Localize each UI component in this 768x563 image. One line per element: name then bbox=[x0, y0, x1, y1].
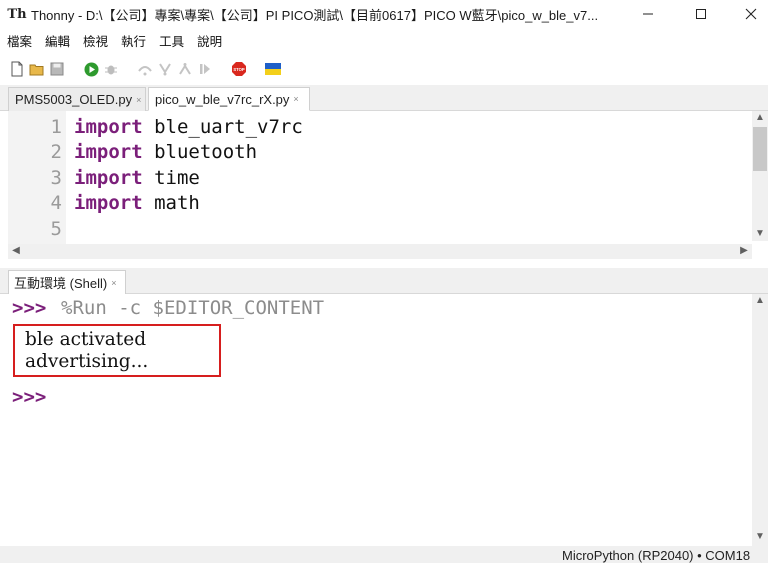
line-number: 3 bbox=[50, 167, 62, 189]
tab-close-icon[interactable]: × bbox=[111, 278, 116, 288]
shell-console[interactable]: >>> %Run -c $EDITOR_CONTENT ble activate… bbox=[8, 294, 752, 546]
line-number: 1 bbox=[50, 116, 62, 138]
open-folder-icon[interactable] bbox=[29, 61, 45, 77]
toolbar: STOP bbox=[0, 55, 768, 83]
menu-view[interactable]: 檢視 bbox=[83, 31, 108, 50]
run-icon[interactable] bbox=[83, 61, 99, 77]
scroll-left-icon[interactable]: ◀ bbox=[8, 244, 24, 258]
maximize-icon bbox=[696, 9, 706, 19]
editor-horizontal-scrollbar[interactable] bbox=[8, 244, 752, 259]
thonny-logo-icon: Th bbox=[7, 6, 27, 22]
tab-label: 互動環境 (Shell) bbox=[14, 276, 108, 291]
menu-run[interactable]: 執行 bbox=[121, 31, 146, 50]
line-number: 2 bbox=[50, 141, 62, 163]
code-line: import ble_uart_v7rc bbox=[74, 116, 303, 138]
highlight-box bbox=[13, 324, 221, 377]
tab-pms5003-oled[interactable]: PMS5003_OLED.py × bbox=[8, 87, 146, 111]
debug-icon[interactable] bbox=[103, 61, 119, 77]
new-file-icon[interactable] bbox=[9, 61, 25, 77]
close-window-button[interactable] bbox=[728, 0, 768, 28]
code-line: import math bbox=[74, 192, 200, 214]
line-number: 5 bbox=[50, 218, 62, 240]
code-keyword: import bbox=[74, 167, 143, 189]
minimize-button[interactable] bbox=[625, 0, 671, 28]
line-number: 4 bbox=[50, 192, 62, 214]
maximize-button[interactable] bbox=[678, 0, 724, 28]
shell-prompt: >>> bbox=[12, 297, 47, 319]
ukraine-flag-icon[interactable] bbox=[265, 61, 281, 77]
menu-bar: 檔案 編輯 檢視 執行 工具 說明 bbox=[0, 28, 768, 52]
editor-scroll-thumb[interactable] bbox=[753, 127, 767, 171]
tab-close-icon[interactable]: × bbox=[293, 94, 298, 104]
scroll-down-icon[interactable]: ▼ bbox=[752, 227, 768, 241]
step-out-icon[interactable] bbox=[177, 61, 193, 77]
code-keyword: import bbox=[74, 192, 143, 214]
save-icon[interactable] bbox=[49, 61, 65, 77]
close-icon bbox=[745, 8, 757, 20]
code-line: import time bbox=[74, 167, 200, 189]
menu-help[interactable]: 說明 bbox=[197, 31, 222, 50]
shell-command: %Run -c $EDITOR_CONTENT bbox=[61, 297, 325, 319]
tab-label: PMS5003_OLED.py bbox=[15, 92, 133, 107]
shell-prompt: >>> bbox=[12, 386, 47, 408]
code-text: bluetooth bbox=[142, 141, 258, 163]
code-text: ble_uart_v7rc bbox=[142, 116, 303, 138]
code-editor[interactable]: 1 2 3 4 5 import ble_uart_v7rc import bl… bbox=[8, 111, 768, 244]
scroll-up-icon[interactable]: ▲ bbox=[752, 294, 768, 308]
shell-vertical-scrollbar[interactable] bbox=[752, 294, 768, 546]
tab-label: pico_w_ble_v7rc_rX.py bbox=[155, 91, 290, 107]
code-text: time bbox=[142, 167, 200, 189]
menu-file[interactable]: 檔案 bbox=[7, 31, 32, 50]
line-number-gutter: 1 2 3 4 5 bbox=[8, 111, 66, 244]
code-keyword: import bbox=[74, 116, 143, 138]
scroll-down-icon[interactable]: ▼ bbox=[752, 530, 768, 544]
scroll-up-icon[interactable]: ▲ bbox=[752, 111, 768, 125]
tab-shell[interactable]: 互動環境 (Shell) × bbox=[8, 270, 126, 295]
scroll-right-icon[interactable]: ▶ bbox=[736, 244, 752, 258]
window-title: Thonny - D:\【公司】專案\專案\【公司】PI PICO測試\【目前0… bbox=[31, 7, 599, 23]
minimize-icon bbox=[643, 13, 653, 15]
resume-icon[interactable] bbox=[197, 61, 213, 77]
step-over-icon[interactable] bbox=[137, 61, 153, 77]
status-bar: MicroPython (RP2040) • COM18 bbox=[0, 546, 768, 563]
svg-text:STOP: STOP bbox=[233, 67, 245, 72]
tab-close-icon[interactable]: × bbox=[136, 95, 141, 105]
editor-tab-bar: PMS5003_OLED.py × pico_w_ble_v7rc_rX.py … bbox=[0, 85, 768, 111]
stop-icon[interactable]: STOP bbox=[231, 61, 247, 77]
interpreter-status[interactable]: MicroPython (RP2040) • COM18 bbox=[562, 548, 750, 563]
step-into-icon[interactable] bbox=[157, 61, 173, 77]
code-text: math bbox=[142, 192, 200, 214]
code-keyword: import bbox=[74, 141, 143, 163]
tab-pico-w-ble[interactable]: pico_w_ble_v7rc_rX.py × bbox=[148, 87, 310, 111]
menu-tools[interactable]: 工具 bbox=[159, 31, 184, 50]
shell-tab-bar: 互動環境 (Shell) × bbox=[0, 268, 768, 295]
code-line: import bluetooth bbox=[74, 141, 257, 163]
menu-edit[interactable]: 編輯 bbox=[45, 31, 70, 50]
